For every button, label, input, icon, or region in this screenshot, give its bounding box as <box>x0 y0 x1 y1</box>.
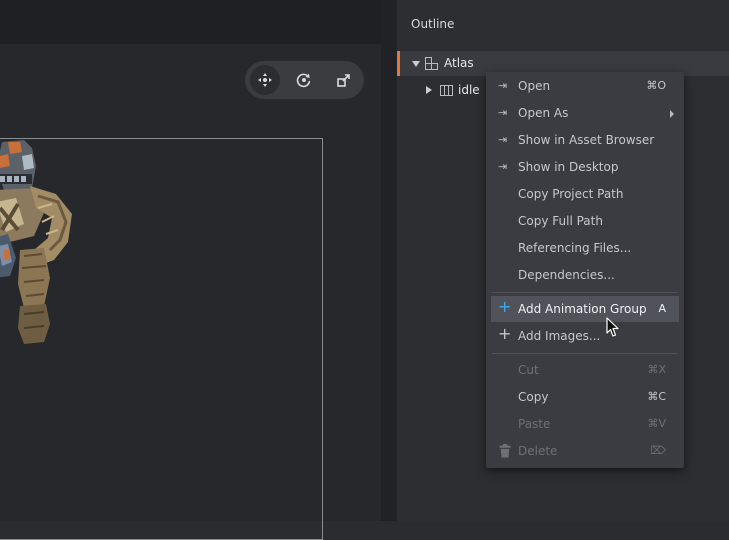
transform-tools <box>245 61 364 99</box>
menu-item-open[interactable]: ⇥ Open ⌘O <box>486 73 684 99</box>
menu-item-paste[interactable]: Paste ⌘V <box>486 411 684 437</box>
menu-item-delete[interactable]: Delete ⌦ <box>486 438 684 464</box>
menu-item-label: Copy Full Path <box>518 214 603 228</box>
plus-icon: + <box>498 324 512 343</box>
selection-accent <box>397 51 400 76</box>
menu-item-copy-project-path[interactable]: Copy Project Path <box>486 181 684 207</box>
scale-icon <box>337 74 350 87</box>
open-icon: ⇥ <box>498 133 508 146</box>
menu-item-cut[interactable]: Cut ⌘X <box>486 357 684 383</box>
move-tool-button[interactable] <box>250 65 280 95</box>
menu-item-shortcut: A <box>658 302 666 315</box>
outline-title: Outline <box>411 17 455 31</box>
move-icon <box>258 73 272 87</box>
menu-item-label: Show in Desktop <box>518 160 619 174</box>
menu-item-label: Add Animation Group <box>518 302 647 316</box>
menu-item-add-images[interactable]: + Add Images... <box>486 323 684 349</box>
plus-icon: + <box>498 297 512 316</box>
menu-item-copy-full-path[interactable]: Copy Full Path <box>486 208 684 234</box>
menu-item-label: Cut <box>518 363 539 377</box>
menu-item-add-animation-group[interactable]: + Add Animation Group A <box>491 296 679 322</box>
menu-item-label: Delete <box>518 444 558 458</box>
animation-group-icon <box>440 85 453 96</box>
menu-item-label: Copy <box>518 390 549 404</box>
menu-item-shortcut: ⌘O <box>646 79 666 92</box>
context-menu: ⇥ Open ⌘O ⇥ Open As ⇥ Show in Asset Brow… <box>486 72 684 468</box>
rotate-icon <box>296 73 311 88</box>
trash-icon <box>499 444 511 458</box>
expand-arrow-icon[interactable] <box>426 86 432 94</box>
menu-item-label: Show in Asset Browser <box>518 133 655 147</box>
menu-item-shortcut: ⌘V <box>647 417 666 430</box>
atlas-icon <box>425 57 438 70</box>
menu-item-open-as[interactable]: ⇥ Open As <box>486 100 684 126</box>
scale-tool-button[interactable] <box>329 65 359 95</box>
open-icon: ⇥ <box>498 106 508 119</box>
menu-item-shortcut: ⌘C <box>647 390 666 403</box>
menu-item-label: Open <box>518 79 551 93</box>
menu-item-label: Copy Project Path <box>518 187 624 201</box>
menu-item-dependencies[interactable]: Dependencies... <box>486 262 684 288</box>
menu-item-label: Referencing Files... <box>518 241 632 255</box>
rotate-tool-button[interactable] <box>289 65 319 95</box>
menu-item-referencing-files[interactable]: Referencing Files... <box>486 235 684 261</box>
open-icon: ⇥ <box>498 160 508 173</box>
outline-item-label: Atlas <box>444 56 474 70</box>
outline-item-label: idle <box>458 83 480 97</box>
menu-item-label: Paste <box>518 417 551 431</box>
panel-divider[interactable] <box>381 0 397 521</box>
menu-separator <box>492 353 678 354</box>
menu-separator <box>492 292 678 293</box>
menu-item-copy[interactable]: Copy ⌘C <box>486 384 684 410</box>
menu-item-label: Add Images... <box>518 329 601 343</box>
menu-item-shortcut: ⌦ <box>650 444 666 457</box>
scene-editor[interactable] <box>0 0 381 540</box>
submenu-arrow-icon <box>670 110 674 118</box>
menu-item-label: Dependencies... <box>518 268 615 282</box>
editor-toolbar-strip <box>0 0 381 44</box>
menu-item-show-in-desktop[interactable]: ⇥ Show in Desktop <box>486 154 684 180</box>
sprite-character-image <box>0 140 72 344</box>
expand-arrow-icon[interactable] <box>412 61 420 67</box>
menu-item-shortcut: ⌘X <box>647 363 666 376</box>
menu-item-show-in-asset-browser[interactable]: ⇥ Show in Asset Browser <box>486 127 684 153</box>
open-icon: ⇥ <box>498 79 508 92</box>
menu-item-label: Open As <box>518 106 569 120</box>
mouse-cursor-icon <box>606 317 619 337</box>
